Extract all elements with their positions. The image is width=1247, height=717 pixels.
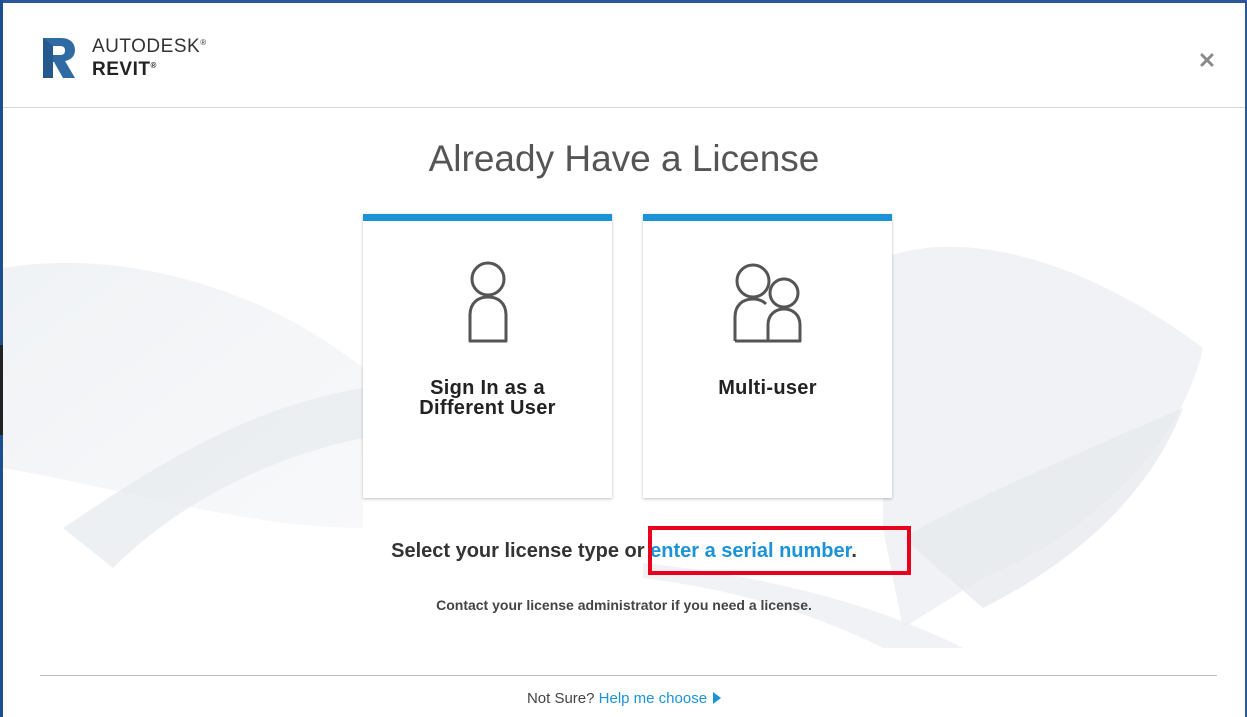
multi-user-icon [733,263,801,343]
dialog-header: AUTODESK® REVIT® [3,3,1245,108]
multi-user-card-label: Multi-user [718,377,817,399]
single-user-icon [468,261,507,343]
sign-in-different-user-card[interactable]: Sign In as a Different User [363,214,612,498]
footer-divider [40,675,1217,676]
multi-user-card[interactable]: Multi-user [643,214,892,498]
close-icon [1200,53,1214,67]
license-type-prompt: Select your license type or enter a seri… [3,540,1245,563]
help-me-choose-link[interactable]: Help me choose [599,690,722,707]
revit-logo-icon [43,38,75,78]
close-button[interactable] [1196,49,1218,71]
enter-serial-number-link[interactable]: enter a serial number [650,540,851,562]
contact-admin-text: Contact your license administrator if yo… [436,597,812,613]
brand-product: REVIT® [92,59,157,80]
play-arrow-icon [713,692,722,705]
select-prompt-suffix: . [851,540,857,562]
dialog-content: Already Have a License Sign In as a Diff… [3,108,1245,717]
not-sure-text: Not Sure? [526,690,595,707]
page-title: Already Have a License [428,138,820,179]
select-prompt-text: Select your license type or [391,540,651,562]
brand-company: AUTODESK® [92,36,207,57]
sign-in-card-label: Sign In as a Different User [419,377,556,419]
background-artwork [3,246,1203,648]
footer-help: Not Sure? Help me choose [3,690,1245,707]
